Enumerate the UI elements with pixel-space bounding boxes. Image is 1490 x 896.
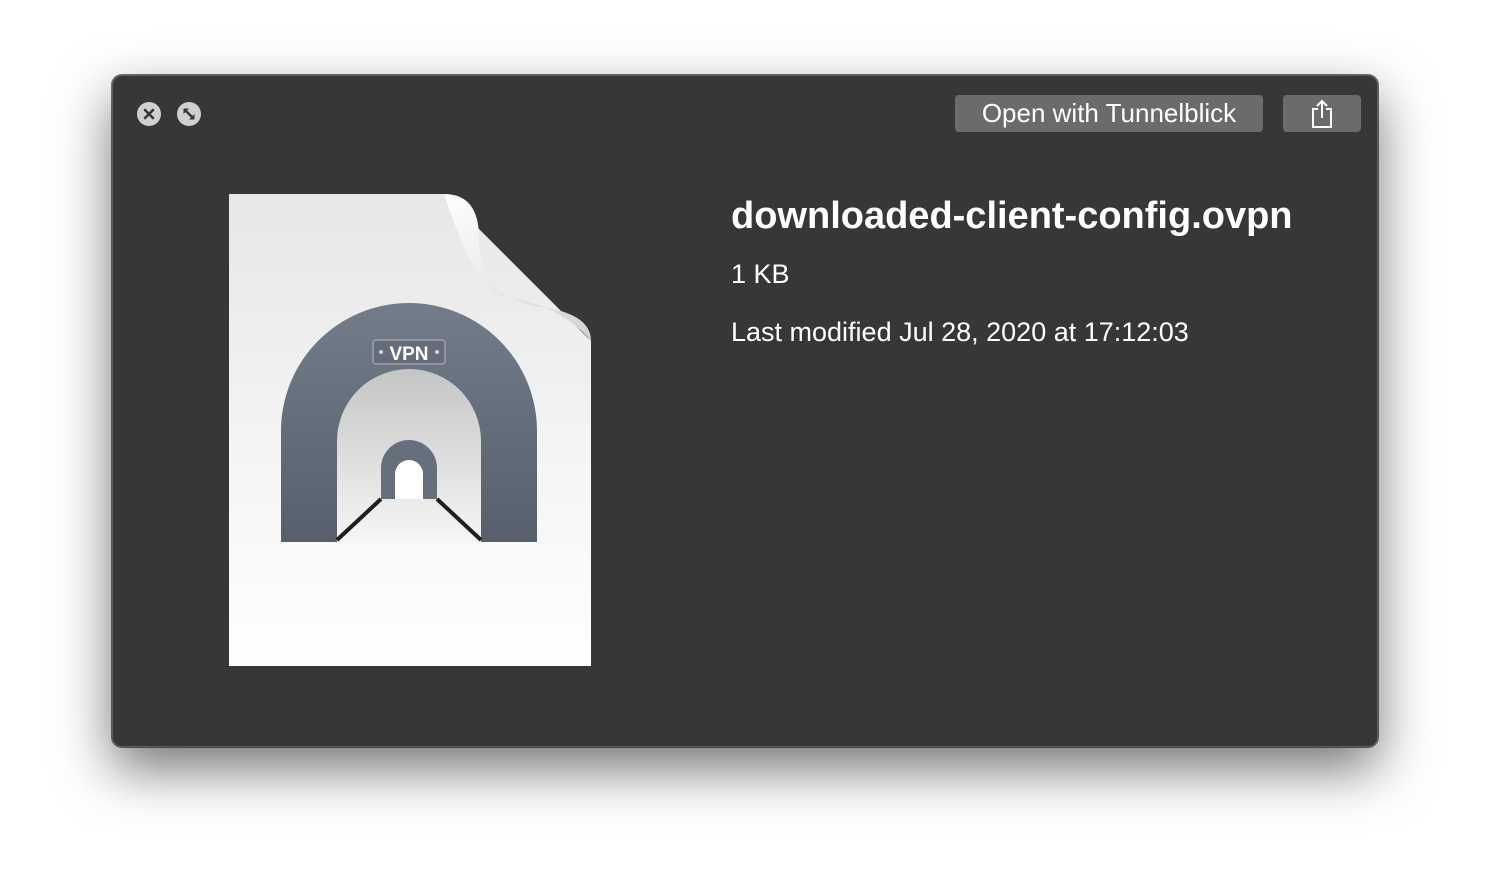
close-icon[interactable] bbox=[137, 102, 161, 126]
file-info: downloaded-client-config.ovpn 1 KB Last … bbox=[731, 194, 1293, 348]
share-button[interactable] bbox=[1283, 95, 1361, 132]
file-name: downloaded-client-config.ovpn bbox=[731, 195, 1293, 237]
open-with-label: Open with Tunnelblick bbox=[981, 98, 1237, 128]
open-with-tunnelblick-button[interactable]: Open with Tunnelblick bbox=[955, 95, 1263, 132]
last-modified: Last modified Jul 28, 2020 at 17:12:03 bbox=[731, 317, 1189, 347]
file-size: 1 KB bbox=[731, 259, 790, 289]
vpn-badge-label: VPN bbox=[389, 344, 428, 365]
vpn-tunnel-document-icon: VPN bbox=[229, 194, 599, 676]
quick-look-window: Open with Tunnelblick VPN downloaded-cli… bbox=[112, 75, 1378, 747]
fullscreen-icon[interactable] bbox=[177, 102, 201, 126]
share-icon bbox=[1312, 99, 1332, 128]
